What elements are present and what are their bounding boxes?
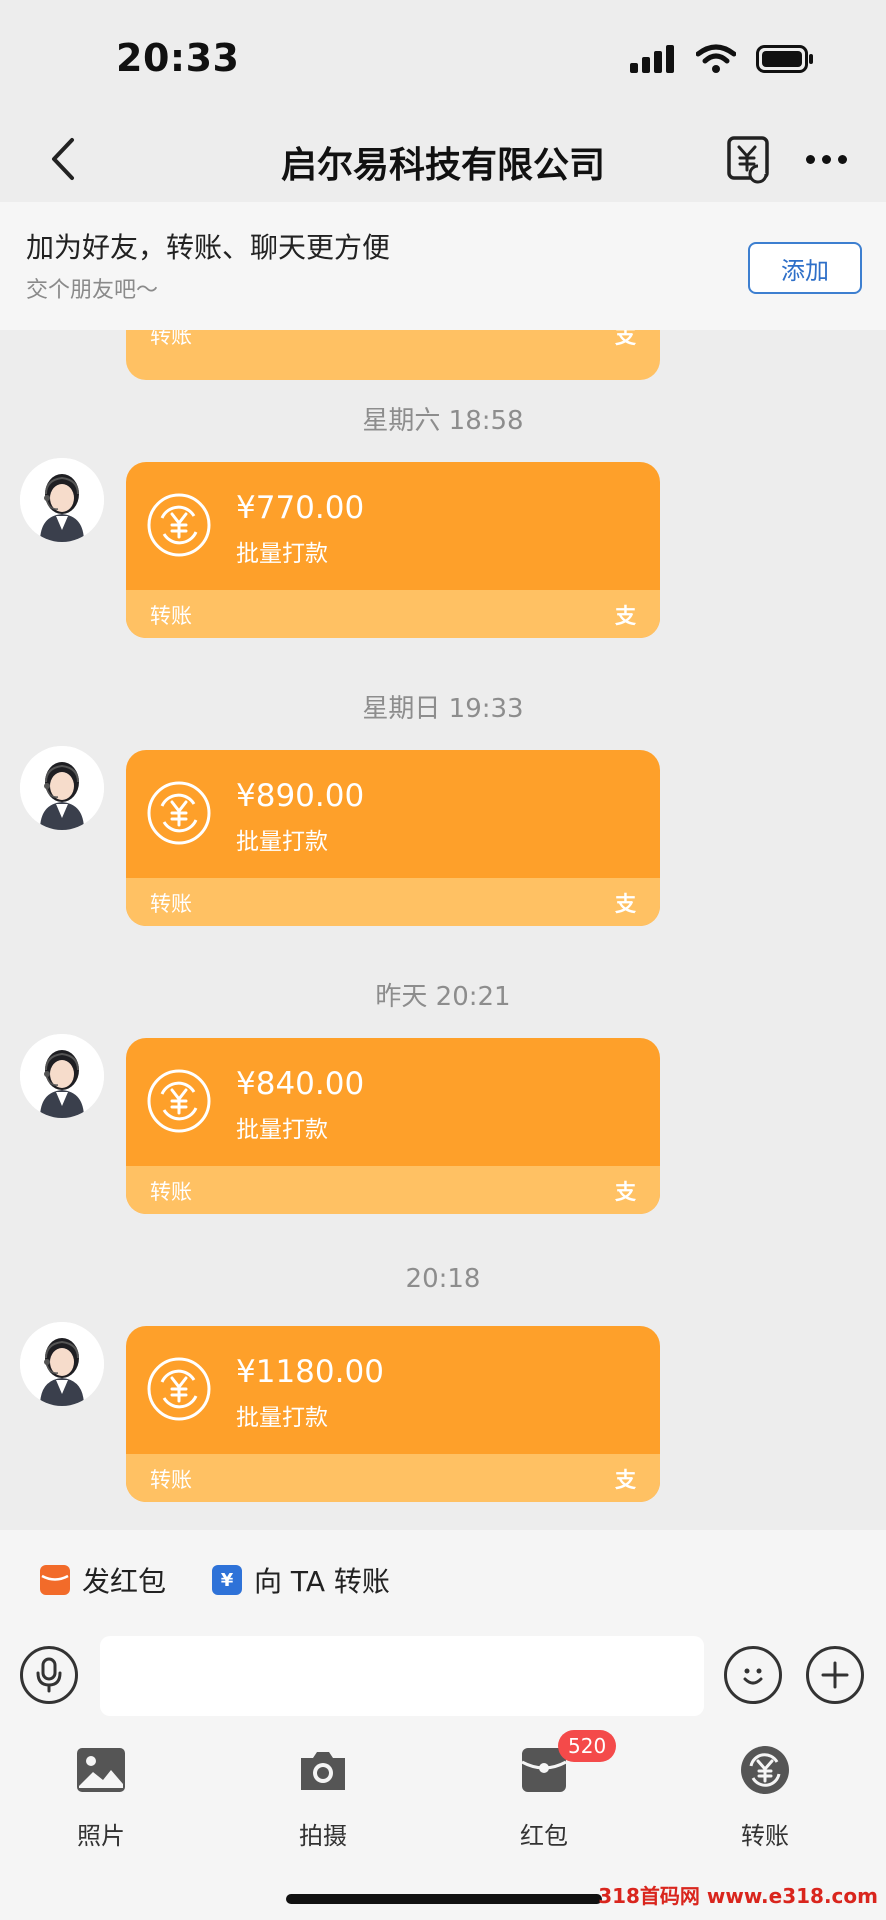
yuan-exchange-icon xyxy=(727,136,769,184)
alipay-mark-icon: 支 xyxy=(615,892,636,916)
message-input-bar xyxy=(0,1632,886,1720)
transfer-amount: ¥840.00 xyxy=(236,1066,365,1102)
quick-actions-bar: 发红包 ¥ 向 TA 转账 xyxy=(0,1530,886,1632)
battery-icon xyxy=(756,45,813,73)
message-timestamp: 昨天 20:21 xyxy=(375,982,511,1012)
add-friend-banner: 加为好友，转账、聊天更方便 交个朋友吧～ 添加 xyxy=(0,202,886,330)
transfer-card[interactable]: ¥890.00 批量打款 转账 支 xyxy=(126,750,660,926)
alipay-mark-icon: 支 xyxy=(615,1180,636,1204)
tool-camera[interactable]: 拍摄 xyxy=(263,1744,383,1851)
transfer-to-ta-button[interactable]: ¥ 向 TA 转账 xyxy=(212,1560,390,1600)
wifi-icon xyxy=(696,44,736,73)
transfer-card-label: 转账 xyxy=(150,330,192,348)
home-indicator[interactable] xyxy=(286,1894,602,1904)
camera-icon xyxy=(297,1744,349,1796)
emoji-button[interactable] xyxy=(724,1646,782,1704)
agent-avatar-icon xyxy=(20,1034,104,1118)
photo-icon xyxy=(75,1744,127,1796)
yuan-card-icon: ¥ xyxy=(212,1565,242,1595)
transfer-card-partial[interactable]: 转账 支 xyxy=(126,330,660,380)
plus-icon xyxy=(821,1661,849,1689)
message-timestamp: 20:18 xyxy=(405,1264,481,1294)
transfer-amount: ¥770.00 xyxy=(236,490,365,526)
more-functions-button[interactable] xyxy=(806,1646,864,1704)
message-input[interactable] xyxy=(100,1636,704,1716)
transfer-description: 批量打款 xyxy=(236,1117,328,1143)
tool-label: 拍摄 xyxy=(299,1822,347,1850)
transfer-amount: ¥890.00 xyxy=(236,778,365,814)
send-red-packet-label: 发红包 xyxy=(82,1565,167,1598)
add-friend-button[interactable]: 添加 xyxy=(748,242,862,294)
avatar[interactable] xyxy=(20,458,104,542)
transfer-card-label: 转账 xyxy=(150,1180,192,1204)
yuan-transfer-icon xyxy=(147,493,211,557)
agent-avatar-icon xyxy=(20,458,104,542)
transfer-icon xyxy=(739,1744,791,1796)
transfer-card-label: 转账 xyxy=(150,604,192,628)
transfer-card-label: 转账 xyxy=(150,1468,192,1492)
tool-red-packet[interactable]: 520 红包 xyxy=(484,1730,617,1851)
dot-icon xyxy=(821,154,831,164)
agent-avatar-icon xyxy=(20,1322,104,1406)
chat-messages[interactable]: 转账 支 星期六 18:58 ¥770.00 批量打款 转账 支 星期日 19:… xyxy=(0,330,886,1530)
dot-icon xyxy=(805,154,815,164)
add-friend-subtitle: 交个朋友吧～ xyxy=(26,278,159,303)
cellular-signal-icon xyxy=(630,45,674,73)
transfer-record-button[interactable] xyxy=(724,134,774,184)
avatar[interactable] xyxy=(20,1322,104,1406)
transfer-description: 批量打款 xyxy=(236,829,328,855)
status-bar: 20:33 xyxy=(0,0,886,120)
transfer-description: 批量打款 xyxy=(236,541,328,567)
tool-photo[interactable]: 照片 xyxy=(41,1744,161,1851)
voice-button[interactable] xyxy=(20,1646,78,1704)
transfer-card[interactable]: ¥1180.00 批量打款 转账 支 xyxy=(126,1326,660,1502)
transfer-amount: ¥1180.00 xyxy=(236,1354,384,1390)
tool-transfer[interactable]: 转账 xyxy=(705,1744,825,1851)
nav-bar: 启尔易科技有限公司 xyxy=(0,120,886,202)
smiley-icon xyxy=(743,1668,763,1685)
red-packet-badge: 520 xyxy=(558,1730,617,1762)
tool-label: 照片 xyxy=(77,1822,125,1850)
microphone-icon xyxy=(36,1657,62,1693)
alipay-mark-icon: 支 xyxy=(615,330,636,348)
transfer-card-label: 转账 xyxy=(150,892,192,916)
message-timestamp: 星期六 18:58 xyxy=(362,406,524,436)
alipay-mark-icon: 支 xyxy=(615,604,636,628)
watermark: 318首码网 www.e318.com xyxy=(598,1884,878,1908)
add-friend-title: 加为好友，转账、聊天更方便 xyxy=(26,231,391,264)
red-packet-icon xyxy=(40,1565,70,1595)
more-options-button[interactable] xyxy=(796,134,856,184)
agent-avatar-icon xyxy=(20,746,104,830)
transfer-description: 批量打款 xyxy=(236,1405,328,1431)
alipay-mark-icon: 支 xyxy=(615,1468,636,1492)
transfer-card[interactable]: ¥770.00 批量打款 转账 支 xyxy=(126,462,660,638)
avatar[interactable] xyxy=(20,746,104,830)
transfer-to-ta-label: 向 TA 转账 xyxy=(254,1565,390,1598)
tool-label: 转账 xyxy=(741,1822,789,1850)
avatar[interactable] xyxy=(20,1034,104,1118)
red-packet-icon: 520 xyxy=(518,1730,617,1796)
status-icons xyxy=(630,44,814,74)
message-timestamp: 星期日 19:33 xyxy=(362,694,524,724)
status-time: 20:33 xyxy=(116,36,240,80)
yuan-transfer-icon xyxy=(147,781,211,845)
send-red-packet-button[interactable]: 发红包 xyxy=(40,1560,166,1600)
transfer-card[interactable]: ¥840.00 批量打款 转账 支 xyxy=(126,1038,660,1214)
yuan-transfer-icon xyxy=(147,1069,211,1133)
dot-icon xyxy=(837,154,847,164)
tool-label: 红包 xyxy=(520,1822,568,1850)
yuan-transfer-icon xyxy=(147,1357,211,1421)
